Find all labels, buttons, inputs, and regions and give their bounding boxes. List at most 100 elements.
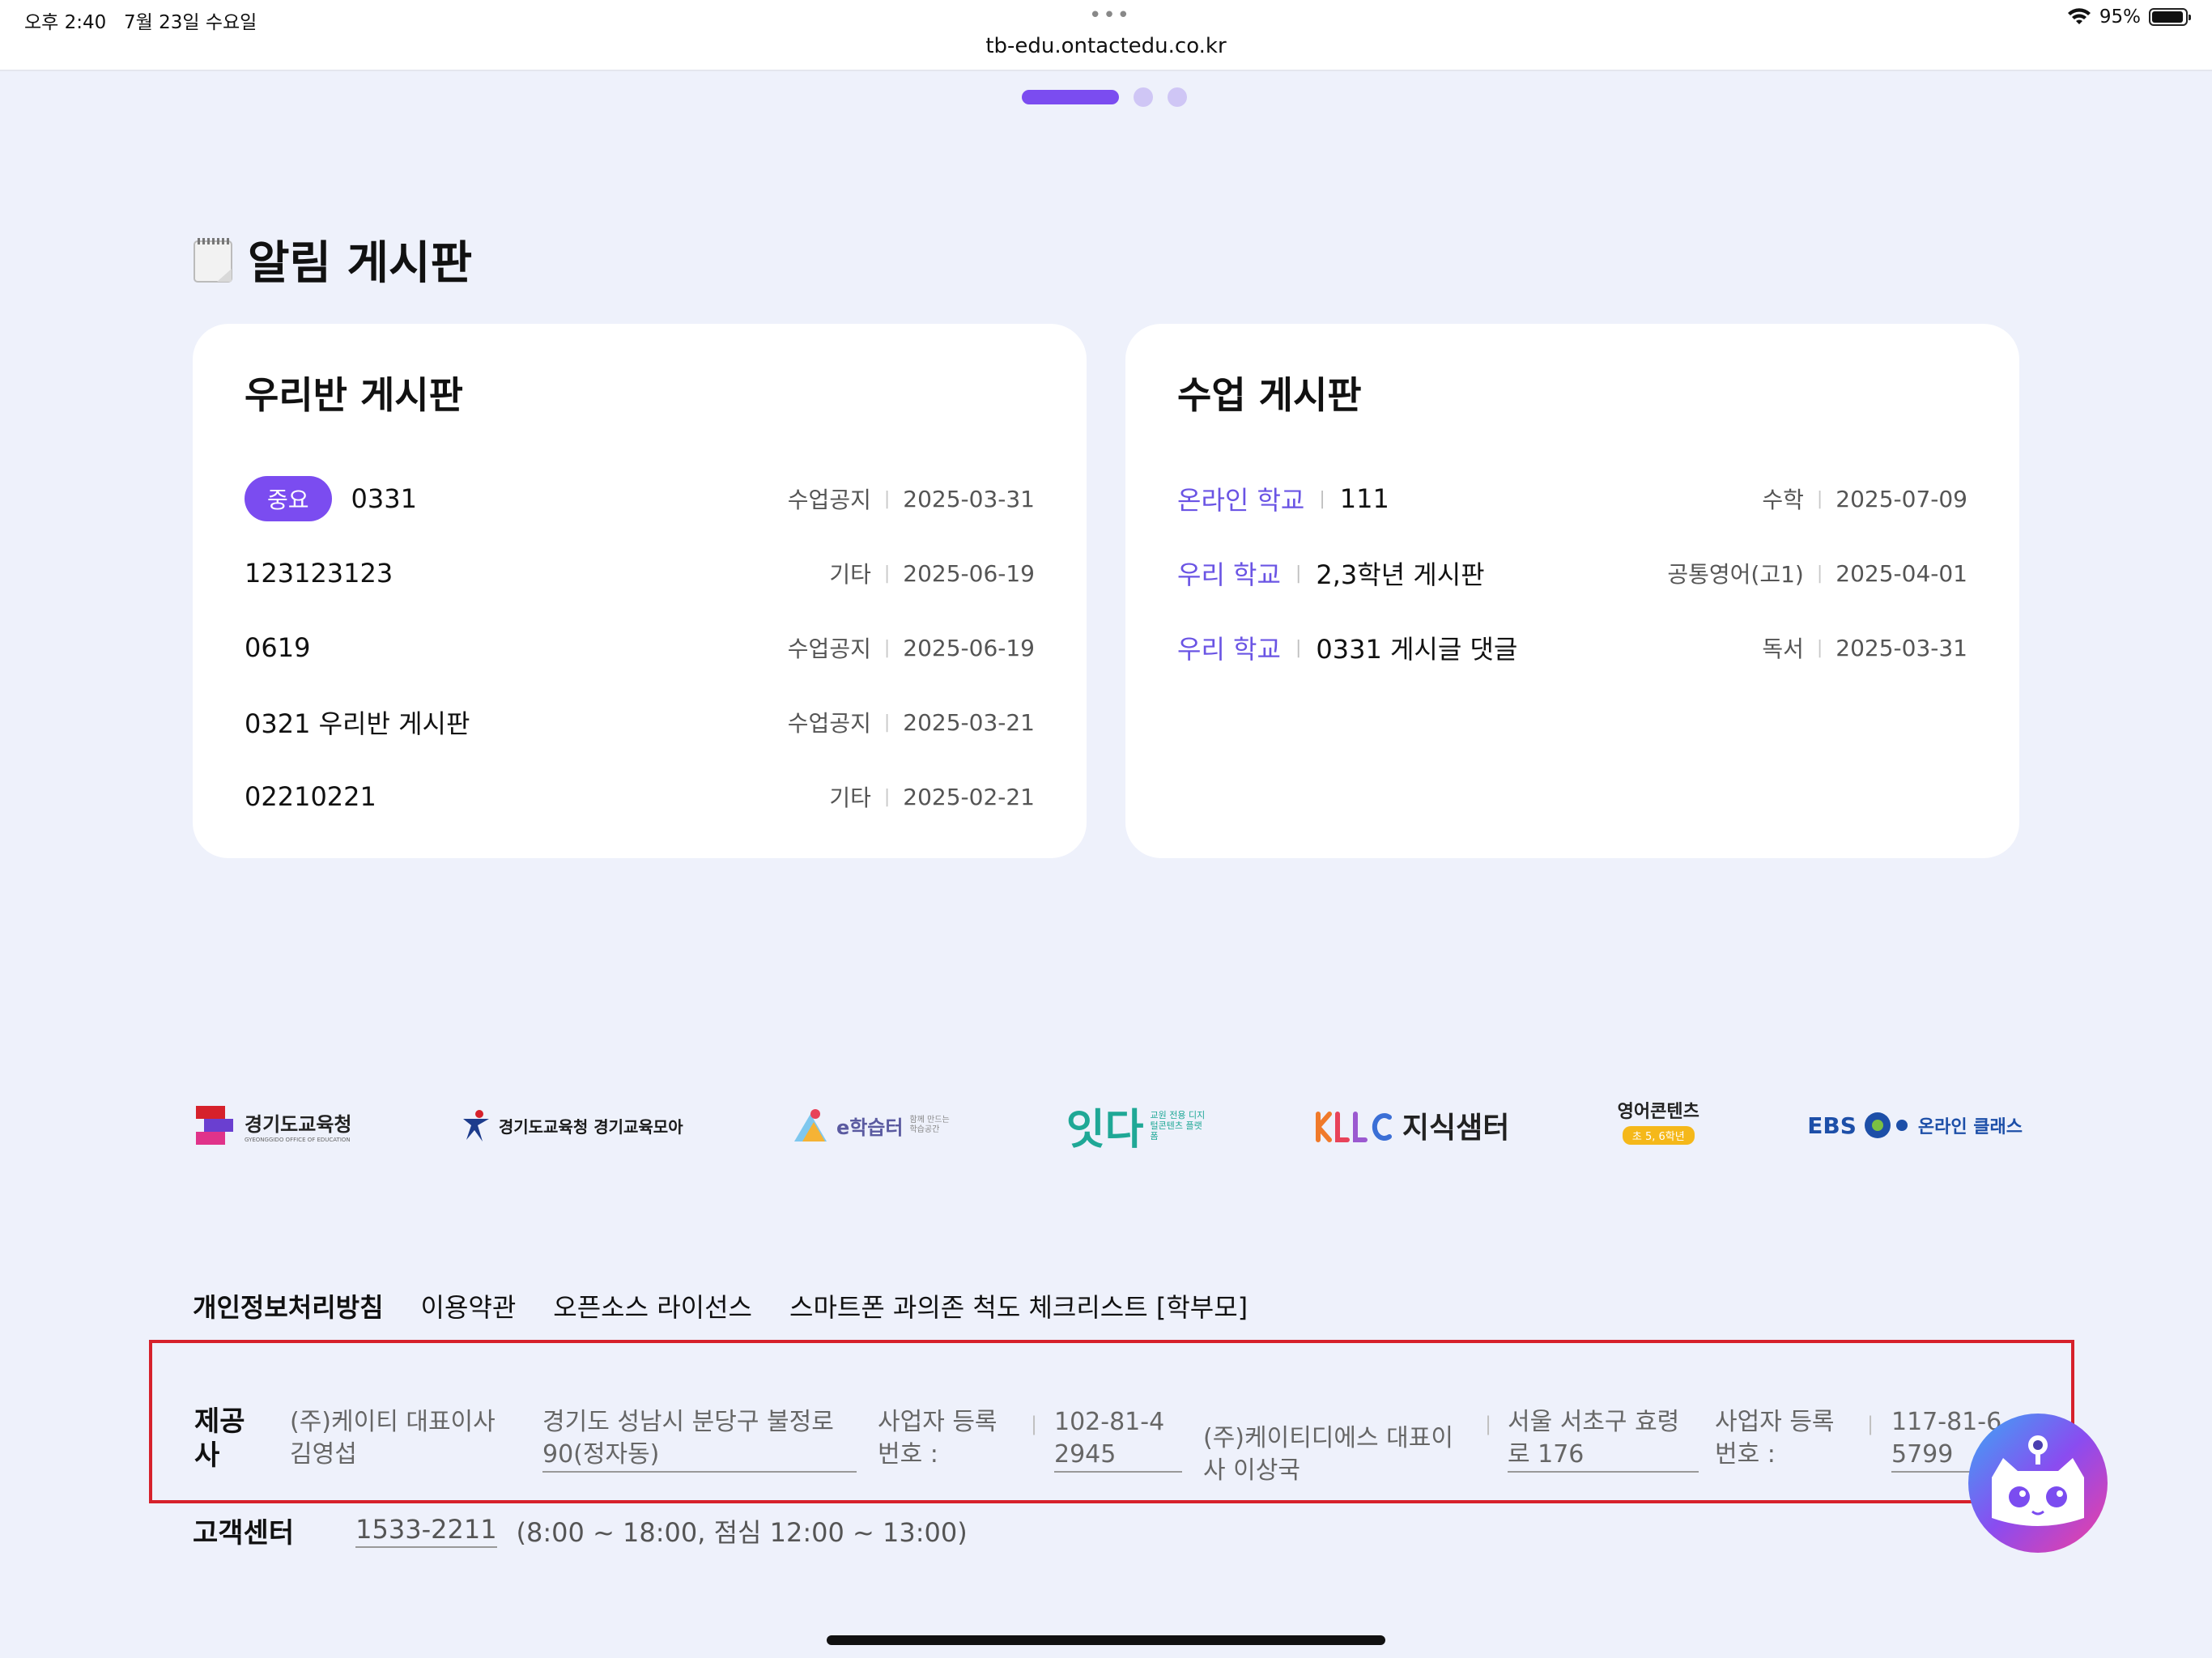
status-right: 95% <box>2067 6 2191 28</box>
class-post-row[interactable]: 0321 우리반 게시판 수업공지 | 2025-03-21 <box>245 685 1035 759</box>
logo-text: 잇다 <box>1066 1105 1144 1154</box>
class-post-row[interactable]: 중요 0331 수업공지 | 2025-03-31 <box>245 461 1035 536</box>
divider: | <box>1867 1413 1874 1435</box>
post-category: 기타 <box>829 561 871 588</box>
home-indicator[interactable] <box>827 1635 1385 1645</box>
post-subject: 수학 <box>1762 487 1804 513</box>
terms-link[interactable]: 이용약관 <box>421 1287 517 1324</box>
post-school: 우리 학교 <box>1177 559 1281 590</box>
post-school: 온라인 학교 <box>1177 485 1305 516</box>
lesson-post-row[interactable]: 온라인 학교 | 111 수학 | 2025-07-09 <box>1177 461 1967 536</box>
ebs-circle-icon <box>1864 1112 1908 1138</box>
post-title[interactable]: 2,3학년 게시판 <box>1316 555 1484 592</box>
lesson-board-title[interactable]: 수업 게시판 <box>1177 366 1967 419</box>
status-bar: 오후 2:40 7월 23일 수요일 ••• tb-edu.ontactedu.… <box>0 0 2212 71</box>
post-title[interactable]: 0619 <box>245 632 310 663</box>
open-source-license-link[interactable]: 오픈소스 라이선스 <box>553 1287 752 1324</box>
logo-knowledge-center[interactable]: 지식샘터 <box>1315 1097 1509 1154</box>
post-title[interactable]: 0331 게시글 댓글 <box>1316 629 1517 666</box>
logo-subtext: 교원 전용 디지털콘텐츠 플랫폼 <box>1150 1109 1206 1141</box>
partner-logos: 경기도교육청 GYEONGGIDO OFFICE OF EDUCATION 경기… <box>193 1097 2023 1154</box>
post-title[interactable]: 123123123 <box>245 558 393 589</box>
section-title-text: 알림 게시판 <box>248 237 473 290</box>
post-title[interactable]: 0321 우리반 게시판 <box>245 704 470 741</box>
post-title[interactable]: 0331 <box>351 483 417 514</box>
provider-info-box: 제공사 (주)케이티 대표이사 김영섭 경기도 성남시 분당구 불정로 90(정… <box>149 1340 2074 1503</box>
logo-text: 경기도교육청 <box>245 1112 352 1136</box>
section-title: 알림 게시판 <box>193 227 472 292</box>
provider-reg-label-1: 사업자 등록 번호 : <box>878 1408 998 1469</box>
logo-english-content[interactable]: 영어콘텐츠 초 5, 6학년 <box>1618 1097 1699 1154</box>
post-subject: 공통영어(고1) <box>1667 561 1804 588</box>
class-post-row[interactable]: 123123123 기타 | 2025-06-19 <box>245 536 1035 610</box>
customer-center-label: 고객센터 <box>193 1517 295 1550</box>
class-post-row[interactable]: 02210221 기타 | 2025-02-21 <box>245 759 1035 834</box>
post-category: 기타 <box>829 784 871 811</box>
carousel-dot[interactable] <box>1168 87 1187 107</box>
provider-company-2: (주)케이티디에스 대표이사 이상국 <box>1203 1424 1453 1485</box>
provider-address-1[interactable]: 경기도 성남시 분당구 불정로 90(정자동) <box>542 1406 857 1473</box>
carousel-dot-active[interactable] <box>1022 90 1119 104</box>
logo-text: 온라인 클래스 <box>1917 1117 2023 1137</box>
divider: | <box>1485 1413 1492 1435</box>
memo-icon <box>194 237 232 283</box>
gyeonggi-emblem-icon <box>196 1106 233 1145</box>
smartphone-checklist-link[interactable]: 스마트폰 과의존 척도 체크리스트 [학부모] <box>789 1287 1248 1324</box>
logo-itda[interactable]: 잇다 교원 전용 디지털콘텐츠 플랫폼 <box>1066 1097 1207 1154</box>
logo-text: 경기도교육청 경기교육모아 <box>498 1116 683 1137</box>
post-date: 2025-02-21 <box>903 783 1035 810</box>
provider-reg-no-1[interactable]: 102-81-4 2945 <box>1054 1406 1182 1473</box>
important-badge: 중요 <box>245 476 332 521</box>
battery-fill <box>2152 11 2183 23</box>
status-time: 오후 2:40 <box>24 12 107 33</box>
logo-ebs-online-class[interactable]: EBS 온라인 클래스 <box>1807 1097 2023 1154</box>
post-date: 2025-04-01 <box>1836 559 1967 587</box>
address-bar-url[interactable]: tb-edu.ontactedu.co.kr <box>0 34 2212 58</box>
post-date: 2025-03-21 <box>903 708 1035 736</box>
provider-address-2[interactable]: 서울 서초구 효령로 176 <box>1508 1406 1699 1473</box>
class-board-title[interactable]: 우리반 게시판 <box>245 366 1035 419</box>
logo-text: e학습터 <box>836 1116 904 1139</box>
carousel-dot[interactable] <box>1134 87 1153 107</box>
post-subject: 독서 <box>1762 636 1804 662</box>
customer-center-hours: (8:00 ~ 18:00, 점심 12:00 ~ 13:00) <box>516 1516 968 1548</box>
provider-label: 제공사 <box>194 1405 245 1472</box>
more-dots-icon[interactable]: ••• <box>1089 5 1131 26</box>
logo-subtext: 함께 만드는 학습공간 <box>909 1116 950 1134</box>
post-category: 수업공지 <box>787 636 871 662</box>
lesson-post-row[interactable]: 우리 학교 | 0331 게시글 댓글 독서 | 2025-03-31 <box>1177 610 1967 685</box>
wifi-icon <box>2067 8 2091 24</box>
post-category: 수업공지 <box>787 710 871 737</box>
logo-text: 지식샘터 <box>1402 1112 1510 1145</box>
class-post-row[interactable]: 0619 수업공지 | 2025-06-19 <box>245 610 1035 685</box>
class-board-card: 우리반 게시판 중요 0331 수업공지 | 2025-03-31 12312312… <box>193 324 1087 858</box>
carousel-indicator <box>1022 87 1187 107</box>
post-date: 2025-07-09 <box>1836 485 1967 512</box>
logo-e-learning[interactable]: e학습터 함께 만드는 학습공간 <box>791 1097 959 1154</box>
provider-company-1: (주)케이티 대표이사 김영섭 <box>290 1408 496 1469</box>
logo-gyeonggi-moa[interactable]: 경기도교육청 경기교육모아 <box>460 1097 683 1154</box>
status-date: 7월 23일 수요일 <box>124 12 257 33</box>
kllc-mark-icon <box>1315 1112 1392 1142</box>
logo-mark-text: EBS <box>1807 1112 1857 1139</box>
post-date: 2025-03-31 <box>903 485 1035 512</box>
post-title[interactable]: 111 <box>1340 483 1389 514</box>
post-date: 2025-03-31 <box>1836 634 1967 661</box>
post-date: 2025-06-19 <box>903 559 1035 587</box>
logo-text: 영어콘텐츠 <box>1617 1102 1699 1122</box>
lesson-post-row[interactable]: 우리 학교 | 2,3학년 게시판 공통영어(고1) | 2025-04-01 <box>1177 536 1967 610</box>
logo-gyeonggi-office[interactable]: 경기도교육청 GYEONGGIDO OFFICE OF EDUCATION <box>193 1097 351 1154</box>
logo-subtext: 초 5, 6학년 <box>1622 1126 1695 1145</box>
provider-reg-label-2: 사업자 등록 번호 : <box>1715 1408 1835 1469</box>
moa-figure-icon <box>462 1110 489 1141</box>
post-school: 우리 학교 <box>1177 634 1281 665</box>
battery-icon <box>2149 8 2191 26</box>
divider: | <box>1031 1413 1038 1435</box>
privacy-policy-link[interactable]: 개인정보처리방침 <box>193 1287 384 1324</box>
chatbot-cat-icon[interactable] <box>1967 1413 2108 1554</box>
logo-subtext: GYEONGGIDO OFFICE OF EDUCATION <box>245 1136 351 1143</box>
post-title[interactable]: 02210221 <box>245 781 376 812</box>
customer-center-phone[interactable]: 1533-2211 <box>355 1514 497 1548</box>
customer-center: 고객센터 1533-2211 (8:00 ~ 18:00, 점심 12:00 ~… <box>193 1511 968 1550</box>
lesson-board-card: 수업 게시판 온라인 학교 | 111 수학 | 2025-07-09 우리 학교 … <box>1125 324 2019 858</box>
